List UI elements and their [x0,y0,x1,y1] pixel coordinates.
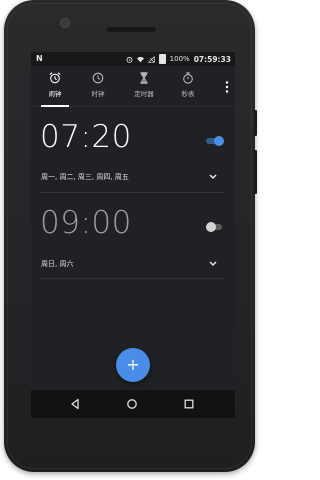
add-alarm-button[interactable]: + [116,348,150,382]
alarm-item[interactable]: 09:00 周日, 周六 [31,194,235,280]
screen: N 100% 07:59:33 闹钟 时钟 定时器 秒表 07:20 周一, 周… [31,52,235,418]
alarm-clock-icon [49,72,61,84]
tab-alarm-label: 闹钟 [48,90,62,98]
alarm-repeat-days: 周日, 周六 [41,260,74,268]
battery-icon [158,54,166,64]
wifi-icon [136,56,144,62]
overflow-menu-icon[interactable] [224,81,230,95]
alarm-time[interactable]: 09:00 [40,205,132,241]
alarm-item[interactable]: 07:20 周一, 周二, 周三, 周四, 周五 [31,107,235,193]
volume-button[interactable] [254,150,257,194]
front-camera [60,18,70,28]
tab-clock-label: 时钟 [91,90,105,98]
alarm-toggle[interactable] [206,136,224,146]
divider [39,278,225,279]
status-icons: 100% 07:59:33 [126,54,231,64]
tab-timer-label: 定时器 [134,90,154,98]
no-signal-icon [147,55,155,63]
alarm-time[interactable]: 07:20 [40,119,132,155]
home-icon[interactable] [126,398,138,410]
status-time: 07:59:33 [193,54,231,64]
divider [39,192,225,193]
stopwatch-icon [183,72,193,84]
phone-frame: N 100% 07:59:33 闹钟 时钟 定时器 秒表 07:20 周一, 周… [4,0,257,472]
alarm-status-icon [126,56,133,63]
tab-timer[interactable]: 定时器 [127,72,161,98]
notification-indicator: N [36,54,43,63]
chevron-down-icon[interactable] [208,173,218,181]
status-bar: N 100% 07:59:33 [31,52,235,66]
back-icon[interactable] [69,398,81,410]
clock-icon [92,72,104,84]
toggle-knob [214,136,224,146]
tab-clock[interactable]: 时钟 [81,72,115,98]
hourglass-icon [140,72,148,84]
alarm-repeat-days: 周一, 周二, 周三, 周四, 周五 [41,173,129,181]
battery-percent: 100% [169,55,190,63]
tab-alarm[interactable]: 闹钟 [38,72,72,107]
tab-stopwatch-label: 秒表 [181,90,195,98]
recents-icon[interactable] [183,398,195,410]
toggle-knob [206,222,216,232]
navigation-bar [31,390,235,418]
earpiece-speaker [107,27,156,32]
power-button[interactable] [254,110,257,136]
chevron-down-icon[interactable] [208,260,218,268]
tab-bar: 闹钟 时钟 定时器 秒表 [31,66,235,107]
tab-stopwatch[interactable]: 秒表 [171,72,205,98]
alarm-toggle[interactable] [206,222,224,232]
